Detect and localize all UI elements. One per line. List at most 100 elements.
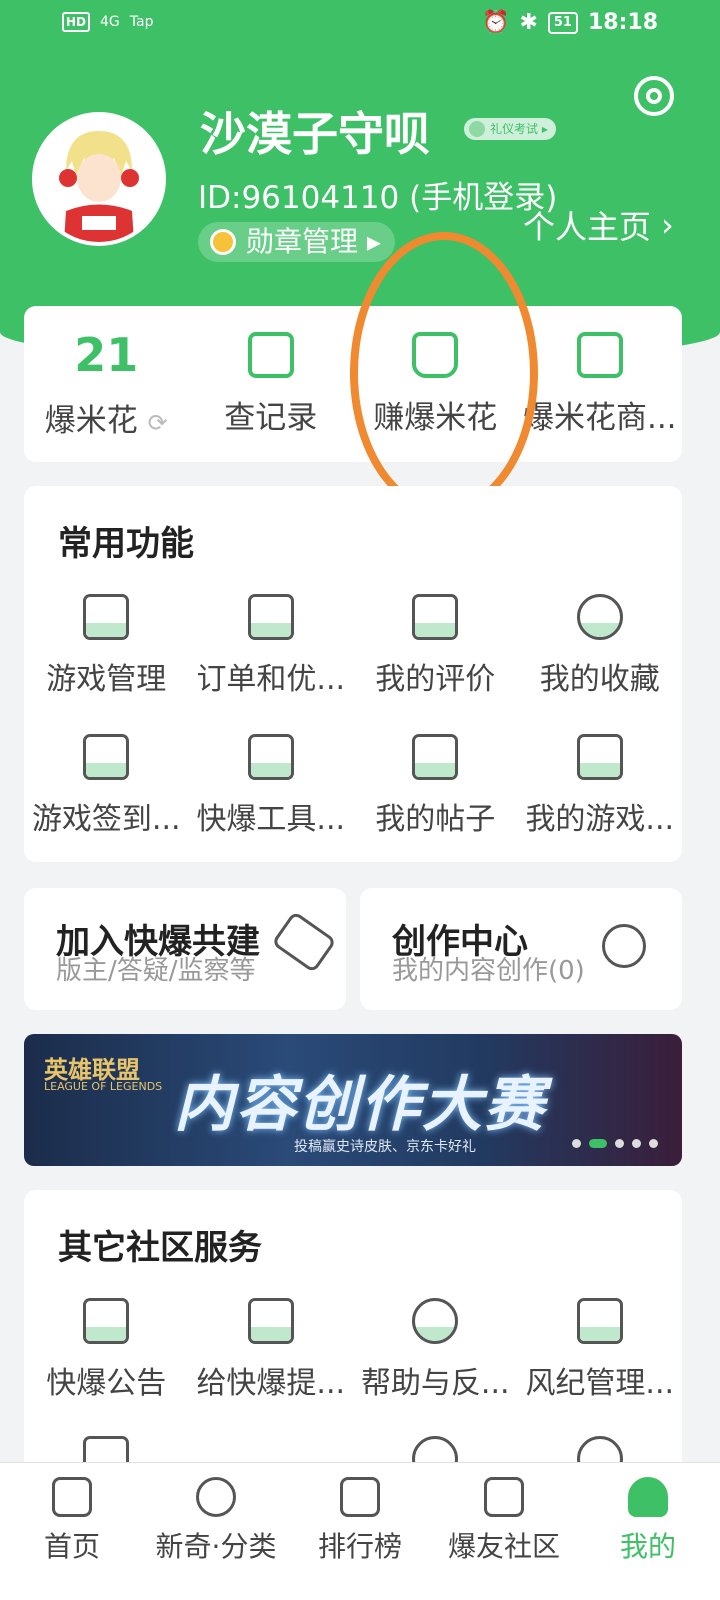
pager-dot[interactable]: [632, 1139, 641, 1148]
nav-community-label: 爆友社区: [447, 1530, 560, 1563]
calendar-sign-icon: [83, 734, 130, 780]
common-functions-card: 常用功能 游戏管理 订单和优... 我的评价 我的收藏 游戏签到... 快爆工具…: [24, 486, 682, 862]
annotation-circle: [350, 232, 538, 514]
tools-label: 快爆工具...: [196, 802, 346, 837]
nav-home[interactable]: 首页: [0, 1463, 144, 1600]
tools-button[interactable]: 快爆工具...: [189, 734, 354, 838]
join-kuaibao-card[interactable]: 加入快爆共建 版主/答疑/监察等: [24, 888, 346, 1010]
avatar-illustration: [36, 116, 162, 242]
announcement-icon: [83, 1298, 130, 1344]
promo-banner[interactable]: 英雄联盟 LEAGUE OF LEGENDS 内容创作大赛 投稿赢史诗皮肤、京东…: [24, 1034, 682, 1166]
nav-home-label: 首页: [43, 1530, 100, 1563]
game-checkin-button[interactable]: 游戏签到...: [24, 734, 189, 838]
gavel-icon: [576, 1298, 623, 1344]
nav-discover[interactable]: 新奇·分类: [144, 1463, 288, 1600]
popcorn-shop-button[interactable]: 爆米花商...: [518, 306, 683, 462]
discipline-label: 风纪管理...: [525, 1366, 675, 1401]
game-management-label: 游戏管理: [46, 662, 167, 697]
handshake-icon: [271, 910, 337, 974]
nav-me[interactable]: 我的: [576, 1463, 720, 1600]
pager-dot[interactable]: [572, 1139, 581, 1148]
other-services-title: 其它社区服务: [58, 1228, 262, 1268]
mail-icon: [247, 1298, 294, 1344]
pager-dot[interactable]: [649, 1139, 658, 1148]
help-feedback-button[interactable]: 帮助与反...: [353, 1298, 518, 1402]
records-button[interactable]: 查记录: [189, 306, 354, 462]
common-row-1: 游戏管理 订单和优... 我的评价 我的收藏: [24, 594, 682, 698]
star-card-icon: [412, 594, 459, 640]
my-games-button[interactable]: 我的游戏...: [518, 734, 683, 838]
nav-community[interactable]: 爆友社区: [432, 1463, 576, 1600]
tap-icon: Tap: [129, 14, 154, 30]
folder-icon: [576, 734, 623, 780]
lightbulb-icon: [602, 924, 646, 968]
help-feedback-label: 帮助与反...: [360, 1366, 510, 1401]
join-subtitle: 版主/答疑/监察等: [56, 956, 256, 986]
pager-dot-active[interactable]: [589, 1139, 607, 1148]
discipline-button[interactable]: 风纪管理...: [518, 1298, 683, 1402]
medal-icon: [210, 229, 236, 255]
username: 沙漠子守呗: [200, 107, 430, 161]
banner-subtitle: 投稿赢史诗皮肤、京东卡好礼: [294, 1139, 476, 1155]
other-services-card: 其它社区服务 快爆公告 给快爆提... 帮助与反... 风纪管理...: [24, 1190, 682, 1490]
common-row-2: 游戏签到... 快爆工具... 我的帖子 我的游戏...: [24, 734, 682, 838]
records-label: 查记录: [224, 399, 318, 436]
bottom-navigation: 首页 新奇·分类 排行榜 爆友社区 我的: [0, 1462, 720, 1600]
nav-discover-label: 新奇·分类: [155, 1530, 277, 1563]
my-games-label: 我的游戏...: [525, 802, 675, 837]
battery-icon: 51: [547, 11, 578, 34]
medal-label: 勋章管理: [246, 225, 359, 258]
status-bar: HD 4G Tap ⏰ ✱ 51 18:18: [0, 0, 720, 48]
suggestion-label: 给快爆提...: [196, 1366, 346, 1401]
hd-icon: HD: [62, 12, 91, 32]
creator-center-card[interactable]: 创作中心 我的内容创作(0): [360, 888, 682, 1010]
popcorn-balance[interactable]: 21 爆米花 ⟳: [24, 306, 189, 462]
my-posts-label: 我的帖子: [375, 802, 496, 837]
user-id: ID:96104110 (手机登录): [198, 180, 558, 216]
exam-badge-label: 礼仪考试: [490, 122, 539, 136]
announcement-button[interactable]: 快爆公告: [24, 1298, 189, 1402]
pager-dot[interactable]: [615, 1139, 624, 1148]
search-record-icon: [247, 331, 294, 378]
pen-icon: [469, 121, 485, 137]
other-row-1: 快爆公告 给快爆提... 帮助与反... 风纪管理...: [24, 1298, 682, 1402]
clipboard-icon: [247, 594, 294, 640]
banner-pager[interactable]: [572, 1139, 658, 1148]
toolbox-icon: [247, 734, 294, 780]
nav-ranking[interactable]: 排行榜: [288, 1463, 432, 1600]
chevron-right-icon: ›: [661, 206, 674, 244]
user-icon: [628, 1477, 668, 1517]
signal-icon: 4G: [100, 14, 120, 30]
suggestion-button[interactable]: 给快爆提...: [189, 1298, 354, 1402]
compass-icon: [196, 1477, 236, 1517]
creator-subtitle: 我的内容创作(0): [392, 956, 585, 986]
my-posts-button[interactable]: 我的帖子: [353, 734, 518, 838]
chevron-right-icon: ▸: [358, 225, 381, 258]
refresh-icon[interactable]: ⟳: [148, 409, 168, 437]
my-favorites-button[interactable]: 我的收藏: [518, 594, 683, 698]
game-logo-subtitle: LEAGUE OF LEGENDS: [44, 1080, 163, 1093]
my-reviews-label: 我的评价: [375, 662, 496, 697]
orders-coupons-label: 订单和优...: [196, 662, 346, 697]
game-checkin-label: 游戏签到...: [31, 802, 181, 837]
chat-icon: [484, 1477, 524, 1517]
orders-coupons-button[interactable]: 订单和优...: [189, 594, 354, 698]
medal-management-button[interactable]: 勋章管理 ▸: [198, 222, 395, 262]
profile-home-label: 个人主页: [523, 208, 652, 246]
announcement-label: 快爆公告: [46, 1366, 167, 1401]
help-icon: [412, 1298, 459, 1344]
bar-chart-icon: [340, 1477, 380, 1517]
popcorn-count: 21: [74, 327, 139, 382]
profile-home-link[interactable]: 个人主页 ›: [523, 202, 674, 248]
game-management-button[interactable]: 游戏管理: [24, 594, 189, 698]
my-favorites-label: 我的收藏: [539, 662, 660, 697]
avatar[interactable]: [32, 112, 166, 246]
etiquette-exam-badge[interactable]: 礼仪考试 ▸: [464, 118, 556, 140]
banner-title: 内容创作大赛: [174, 1070, 546, 1140]
bluetooth-icon: ✱: [519, 10, 538, 35]
home-star-icon: [52, 1477, 92, 1517]
my-reviews-button[interactable]: 我的评价: [353, 594, 518, 698]
nav-ranking-label: 排行榜: [317, 1530, 402, 1563]
settings-gear-icon[interactable]: [634, 76, 674, 116]
popcorn-shop-label: 爆米花商...: [522, 399, 677, 436]
